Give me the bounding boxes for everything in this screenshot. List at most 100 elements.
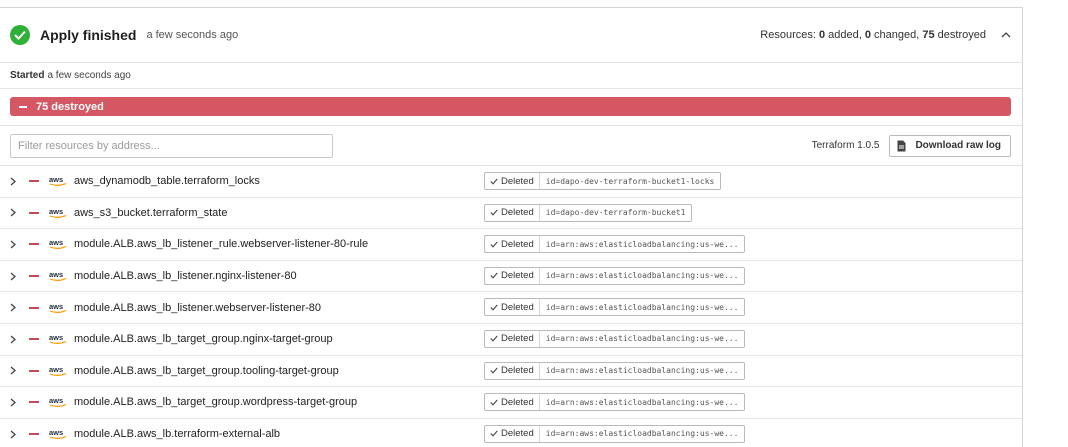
resource-status-text: Deleted (501, 365, 534, 377)
chevron-right-icon[interactable] (10, 177, 16, 186)
resource-status: Deleted (485, 299, 539, 315)
destroyed-bar[interactable]: 75 destroyed (10, 97, 1011, 116)
check-icon (490, 241, 498, 248)
svg-text:aws: aws (49, 270, 63, 279)
resource-status-text: Deleted (501, 270, 534, 282)
resource-status: Deleted (485, 331, 539, 347)
resource-id: id=arn:aws:elasticloadbalancing:us-we... (538, 330, 745, 347)
resource-status-text: Deleted (501, 396, 534, 408)
resource-list: aws aws_dynamodb_table.terraform_locks D… (0, 166, 1022, 447)
chevron-right-icon[interactable] (10, 272, 16, 281)
aws-logo-icon: aws (49, 365, 67, 376)
resource-row[interactable]: aws aws_s3_bucket.terraform_state Delete… (0, 198, 1022, 230)
resource-address: aws_s3_bucket.terraform_state (74, 206, 228, 219)
destroy-minus-icon (29, 306, 39, 309)
aws-logo-icon: aws (49, 270, 67, 282)
svg-text:aws: aws (49, 365, 63, 374)
resource-row[interactable]: aws module.ALB.aws_lb_listener.nginx-lis… (0, 261, 1022, 293)
document-icon (897, 140, 906, 151)
resource-result: Deleted id=arn:aws:elasticloadbalancing:… (484, 298, 746, 317)
chevron-right-icon[interactable] (10, 430, 16, 439)
resource-result: Deleted id=arn:aws:elasticloadbalancing:… (484, 329, 746, 348)
resource-status: Deleted (485, 363, 539, 379)
resource-result: Deleted id=arn:aws:elasticloadbalancing:… (484, 424, 746, 443)
aws-logo-icon: aws (49, 207, 67, 218)
resource-status: Deleted (485, 394, 539, 410)
terraform-version: Terraform 1.0.5 (811, 140, 880, 151)
destroy-minus-icon (29, 338, 39, 341)
aws-logo-icon: aws (49, 302, 67, 313)
resource-id: id=dapo-dev-terraform-bucket1 (538, 204, 692, 221)
resource-address: module.ALB.aws_lb_target_group.tooling-t… (74, 364, 339, 377)
resource-status-text: Deleted (501, 175, 534, 187)
resource-status-text: Deleted (501, 207, 534, 219)
resource-result: Deleted id=arn:aws:elasticloadbalancing:… (484, 235, 746, 254)
destroy-minus-icon (29, 243, 39, 246)
resources-summary: Resources: 0 added, 0 changed, 75 destro… (760, 29, 986, 41)
destroy-minus-icon (29, 180, 39, 183)
resource-id: id=arn:aws:elasticloadbalancing:us-we... (538, 394, 745, 411)
svg-text:aws: aws (49, 396, 63, 405)
resource-address: module.ALB.aws_lb.terraform-external-alb (74, 428, 281, 441)
destroy-minus-icon (29, 401, 39, 404)
resource-address: module.ALB.aws_lb_listener.nginx-listene… (74, 270, 297, 283)
resource-row[interactable]: aws module.ALB.aws_lb_target_group.tooli… (0, 356, 1022, 388)
resource-row[interactable]: aws module.ALB.aws_lb_listener.webserver… (0, 292, 1022, 324)
resource-status-text: Deleted (501, 238, 534, 250)
resource-id: id=arn:aws:elasticloadbalancing:us-we... (538, 236, 745, 253)
destroyed-bar-wrap: 75 destroyed (0, 89, 1022, 126)
check-icon (490, 367, 498, 374)
run-panel: Apply finished a few seconds ago Resourc… (0, 7, 1023, 447)
aws-logo-icon: aws (49, 175, 67, 187)
resource-id: id=arn:aws:elasticloadbalancing:us-we... (538, 267, 745, 284)
started-row: Started a few seconds ago (0, 63, 1022, 89)
chevron-right-icon[interactable] (10, 366, 16, 375)
resource-status: Deleted (485, 426, 539, 442)
check-icon (490, 304, 498, 311)
chevron-right-icon[interactable] (10, 303, 16, 312)
resource-address: module.ALB.aws_lb_target_group.wordpress… (74, 396, 358, 409)
started-value: a few seconds ago (47, 70, 131, 81)
svg-text:aws: aws (49, 333, 63, 342)
resource-result: Deleted id=arn:aws:elasticloadbalancing:… (484, 266, 746, 285)
run-status-title: Apply finished (40, 27, 137, 43)
resource-result: Deleted id=dapo-dev-terraform-bucket1 (484, 203, 693, 222)
resource-result: Deleted id=dapo-dev-terraform-bucket1-lo… (484, 172, 722, 190)
resource-id: id=arn:aws:elasticloadbalancing:us-we... (538, 425, 745, 442)
resource-id: id=arn:aws:elasticloadbalancing:us-we... (538, 362, 745, 379)
svg-text:aws: aws (49, 302, 63, 311)
resource-row[interactable]: aws module.ALB.aws_lb.terraform-external… (0, 419, 1022, 447)
check-circle-icon (10, 25, 30, 45)
chevron-right-icon[interactable] (10, 208, 16, 217)
resource-row[interactable]: aws aws_dynamodb_table.terraform_locks D… (0, 166, 1022, 198)
destroy-minus-icon (29, 369, 39, 372)
chevron-up-icon[interactable] (1000, 29, 1012, 41)
chevron-right-icon[interactable] (10, 335, 16, 344)
resource-status-text: Deleted (501, 301, 534, 313)
resource-result: Deleted id=arn:aws:elasticloadbalancing:… (484, 361, 746, 380)
resource-row[interactable]: aws module.ALB.aws_lb_target_group.wordp… (0, 387, 1022, 419)
resource-status-text: Deleted (501, 333, 534, 345)
resource-id: id=dapo-dev-terraform-bucket1-locks (538, 173, 721, 189)
resource-row[interactable]: aws module.ALB.aws_lb_target_group.nginx… (0, 324, 1022, 356)
chevron-right-icon[interactable] (10, 398, 16, 407)
download-raw-log-label: Download raw log (915, 140, 1001, 151)
resource-status: Deleted (485, 268, 539, 284)
svg-text:aws: aws (49, 207, 63, 216)
resource-status: Deleted (485, 205, 539, 221)
chevron-right-icon[interactable] (10, 240, 16, 249)
filter-resources-input[interactable] (10, 133, 333, 158)
check-icon (490, 178, 498, 185)
check-icon (490, 209, 498, 216)
destroy-minus-icon (29, 211, 39, 214)
destroyed-bar-label: 75 destroyed (36, 100, 104, 113)
download-raw-log-button[interactable]: Download raw log (889, 134, 1011, 157)
resource-status: Deleted (485, 173, 539, 189)
resource-address: module.ALB.aws_lb_target_group.nginx-tar… (74, 333, 333, 346)
svg-text:aws: aws (49, 175, 63, 184)
aws-logo-icon: aws (49, 396, 67, 408)
check-icon (490, 336, 498, 343)
resource-row[interactable]: aws module.ALB.aws_lb_listener_rule.webs… (0, 229, 1022, 261)
resource-toolbar: Terraform 1.0.5 Download raw log (0, 126, 1022, 166)
svg-text:aws: aws (49, 428, 63, 437)
